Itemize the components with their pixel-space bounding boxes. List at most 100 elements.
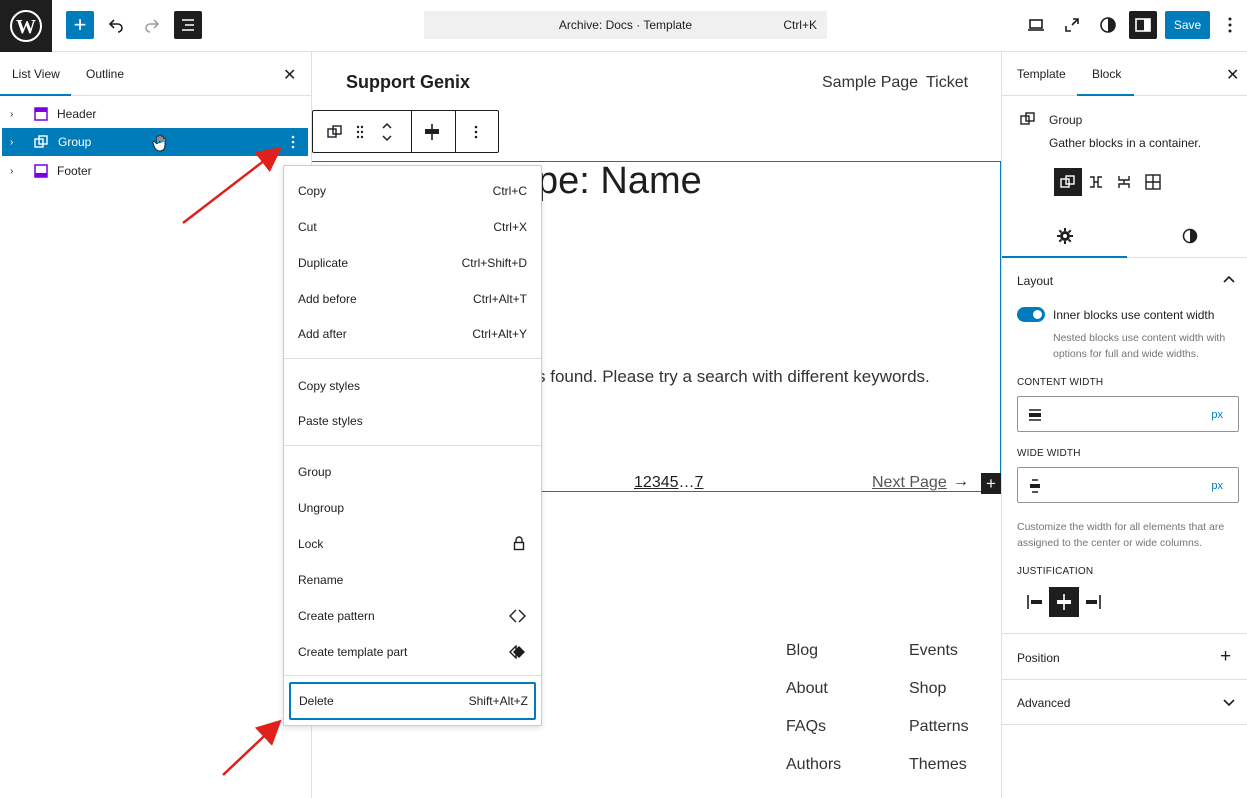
menu-item-label: Copy [298,184,327,198]
menu-item-copy[interactable]: Copy Ctrl+C [284,173,541,209]
row-icon[interactable] [1088,174,1104,190]
menu-item-shortcut: Ctrl+X [493,220,527,234]
menu-item-duplicate[interactable]: Duplicate Ctrl+Shift+D [284,245,541,281]
command-palette-button[interactable]: Archive: Docs · Template Ctrl+K [424,11,827,39]
list-item-footer[interactable]: › Footer [2,157,308,185]
tab-list-view[interactable]: List View [12,67,60,81]
width-icon [1030,479,1040,493]
page-number[interactable]: 1 [634,474,643,492]
justify-center-icon [1057,594,1071,610]
menu-item-ungroup[interactable]: Ungroup [284,490,541,526]
page-number[interactable]: 7 [695,474,704,492]
footer-link-events[interactable]: Events [909,632,989,670]
justify-center-button[interactable] [1049,587,1079,617]
redo-icon [145,19,160,33]
footer-link-patterns[interactable]: Patterns [909,708,989,746]
footer-link-shop[interactable]: Shop [909,670,989,708]
move-up-down-icon[interactable] [381,120,393,144]
nav-link-sample-page[interactable]: Sample Page [822,74,918,92]
unit-select[interactable]: px [1211,409,1223,421]
menu-item-lock[interactable]: Lock [284,526,541,562]
more-vertical-icon[interactable] [474,125,478,139]
redo-button[interactable] [138,11,166,39]
menu-item-add-after[interactable]: Add after Ctrl+Alt+Y [284,316,541,352]
toolbar-divider [455,111,456,152]
list-item-header[interactable]: › Header [2,100,308,128]
tab-block[interactable]: Block [1092,67,1121,81]
styles-button[interactable] [1094,11,1122,39]
chevron-up-icon[interactable] [1223,275,1235,283]
footer-link-faqs[interactable]: FAQs [786,708,856,746]
open-site-button[interactable] [1058,11,1086,39]
menu-item-create-pattern[interactable]: Create pattern [284,598,541,634]
footer-link-about[interactable]: About [786,670,856,708]
variation-group-button[interactable] [1054,168,1082,196]
wide-width-label: WIDE WIDTH [1017,448,1081,459]
more-vertical-icon[interactable] [291,135,295,149]
inserter-plus-button[interactable]: + [981,473,1001,494]
menu-item-rename[interactable]: Rename [284,562,541,598]
content-width-toggle[interactable] [1017,307,1045,322]
wide-width-input[interactable]: px [1017,467,1239,503]
menu-item-shortcut: Ctrl+Shift+D [461,256,527,270]
preview-device-button[interactable] [1022,11,1050,39]
position-panel-title[interactable]: Position [1017,651,1060,665]
page-number[interactable]: 4 [661,474,670,492]
grid-icon[interactable] [1144,173,1162,191]
menu-item-label: Create template part [298,645,408,659]
settings-style-tabs [1002,216,1247,258]
footer-link-authors[interactable]: Authors [786,746,856,784]
layout-panel-title[interactable]: Layout [1017,274,1053,288]
no-results-message[interactable]: s found. Please try a search with differ… [537,367,930,387]
menu-item-copy-styles[interactable]: Copy styles [284,368,541,404]
site-title[interactable]: Support Genix [346,72,470,93]
chevron-down-icon[interactable] [1223,699,1235,707]
chevron-right-icon[interactable]: › [10,109,22,120]
group-icon[interactable] [327,124,343,140]
page-number[interactable]: 5 [670,474,679,492]
advanced-panel-title[interactable]: Advanced [1017,696,1070,710]
menu-item-delete[interactable]: Delete Shift+Alt+Z [289,682,536,720]
unit-select[interactable]: px [1211,480,1223,492]
footer-link-themes[interactable]: Themes [909,746,989,784]
menu-item-paste-styles[interactable]: Paste styles [284,403,541,439]
menu-item-group[interactable]: Group [284,454,541,490]
next-page-link[interactable]: Next Page [872,474,947,492]
footer-link-blog[interactable]: Blog [786,632,856,670]
close-icon[interactable]: ✕ [1226,65,1239,85]
options-button[interactable] [1218,11,1242,39]
archive-heading[interactable]: pe: Name [537,160,702,203]
nav-link-ticket[interactable]: Ticket [926,74,968,92]
save-button[interactable]: Save [1165,11,1210,39]
stack-icon[interactable] [1116,174,1132,190]
gear-icon[interactable] [1057,228,1073,244]
menu-item-label: Add before [298,292,357,306]
drag-handle-icon[interactable] [356,124,364,140]
justify-right-icon[interactable] [1084,594,1102,610]
close-icon[interactable]: ✕ [283,65,296,85]
tab-outline[interactable]: Outline [86,67,124,81]
list-item-group[interactable]: › Group [2,128,308,156]
tab-template[interactable]: Template [1017,67,1066,81]
page-number[interactable]: 3 [652,474,661,492]
contrast-icon [1100,17,1116,33]
menu-item-add-before[interactable]: Add before Ctrl+Alt+T [284,281,541,317]
sidebar-icon [1135,18,1151,32]
document-overview-button[interactable] [174,11,202,39]
justify-left-icon[interactable] [1026,594,1044,610]
undo-button[interactable] [102,11,130,39]
chevron-right-icon[interactable]: › [10,166,22,177]
chevron-right-icon[interactable]: › [10,137,22,148]
content-width-input[interactable]: px [1017,396,1239,432]
menu-item-create-template-part[interactable]: Create template part [284,634,541,670]
plus-icon[interactable]: + [1220,646,1231,668]
menu-item-cut[interactable]: Cut Ctrl+X [284,209,541,245]
add-block-button[interactable]: + [66,11,94,39]
page-number[interactable]: 2 [643,474,652,492]
justify-center-icon[interactable] [423,123,441,141]
settings-sidebar-button[interactable] [1129,11,1157,39]
wordpress-logo-button[interactable]: W [0,0,52,52]
contrast-icon[interactable] [1182,228,1198,244]
menu-item-label: Duplicate [298,256,349,270]
pattern-icon [509,609,526,623]
